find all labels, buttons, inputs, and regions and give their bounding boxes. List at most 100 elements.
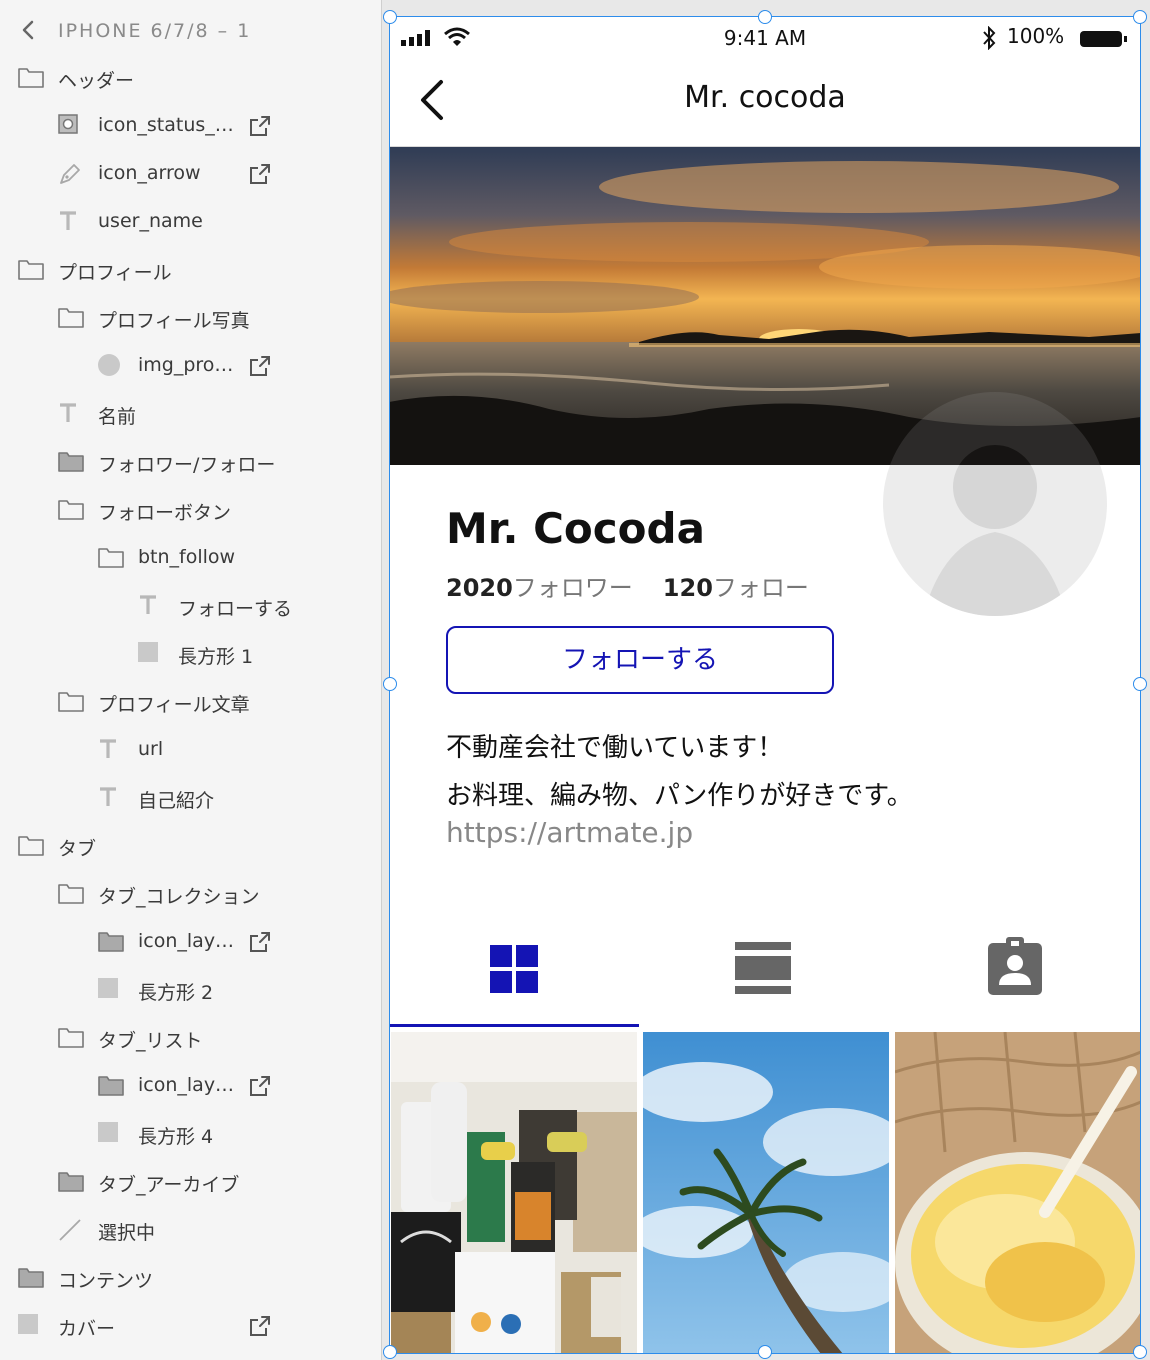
folder-icon (58, 882, 84, 906)
resize-handle-bottom-right[interactable] (1133, 1345, 1147, 1359)
resize-handle-top[interactable] (758, 10, 772, 24)
resize-handle-bottom-left[interactable] (383, 1345, 397, 1359)
battery-icon (1080, 31, 1127, 47)
list-icon (735, 942, 791, 994)
bluetooth-icon (983, 26, 996, 50)
folder-filled-icon (98, 930, 124, 954)
external-link-icon[interactable] (248, 1314, 272, 1338)
layer-item[interactable]: user_name (0, 198, 381, 246)
folder-icon (98, 546, 124, 570)
resize-handle-right[interactable] (1133, 677, 1147, 691)
following-label[interactable]: フォロー (713, 574, 809, 602)
contact-badge-icon (988, 937, 1042, 995)
text-icon (98, 738, 124, 762)
photo-thumbnail[interactable] (895, 1032, 1141, 1354)
layer-item[interactable]: btn_follow (0, 534, 381, 582)
layer-label: img_pro… (138, 354, 234, 376)
layer-item[interactable]: プロフィール (0, 246, 381, 294)
phone-artboard[interactable]: 9:41 AM 100% Mr. cocoda Mr. Cocoda 2020フ… (389, 16, 1141, 1354)
follow-button[interactable]: フォローする (446, 626, 834, 694)
layer-label: コンテンツ (58, 1270, 154, 1292)
layer-item[interactable]: 選択中 (0, 1206, 381, 1254)
folder-filled-icon (18, 1266, 44, 1290)
external-link-icon[interactable] (248, 930, 272, 954)
folder-filled-icon (58, 1170, 84, 1194)
text-icon (138, 594, 164, 618)
external-link-icon[interactable] (248, 162, 272, 186)
rectangle-icon (98, 978, 124, 1002)
layer-label: user_name (98, 210, 203, 232)
layer-label: カバー (58, 1318, 116, 1340)
layer-item[interactable]: icon_status_… (0, 102, 381, 150)
back-chevron-icon[interactable] (22, 20, 34, 40)
layer-item[interactable]: プロフィール文章 (0, 678, 381, 726)
resize-handle-bottom[interactable] (758, 1345, 772, 1359)
profile-tabs (389, 924, 1141, 1028)
layer-label: 名前 (98, 406, 137, 428)
layer-label: icon_lay… (138, 930, 235, 952)
tab-list[interactable] (639, 924, 889, 1028)
layer-label: プロフィール (58, 262, 172, 284)
layer-item[interactable]: url (0, 726, 381, 774)
layers-panel-header: IPHONE 6/7/8 – 1 (0, 8, 381, 52)
text-icon (58, 210, 84, 234)
layer-label: フォローボタン (98, 502, 232, 524)
layer-item[interactable]: img_pro… (0, 342, 381, 390)
folder-icon (18, 66, 44, 90)
layer-label: タブ_コレクション (98, 886, 260, 908)
layer-item[interactable]: タブ_リスト (0, 1014, 381, 1062)
layer-item[interactable]: icon_arrow (0, 150, 381, 198)
folder-filled-icon (58, 450, 84, 474)
layer-item[interactable]: 長方形 1 (0, 630, 381, 678)
resize-handle-left[interactable] (383, 677, 397, 691)
layer-item[interactable]: フォローボタン (0, 486, 381, 534)
layer-item[interactable]: icon_lay… (0, 1062, 381, 1110)
layer-item[interactable]: フォロワー/フォロー (0, 438, 381, 486)
tab-archive[interactable] (889, 924, 1139, 1028)
profile-bio: 不動産会社で働いています！ お料理、編み物、パン作りが好きです。 (446, 724, 913, 820)
profile-url[interactable]: https://artmate.jp (446, 816, 693, 849)
layer-item[interactable]: タブ_アーカイブ (0, 1158, 381, 1206)
layer-item[interactable]: icon_lay… (0, 918, 381, 966)
rectangle-icon (18, 1314, 44, 1338)
external-link-icon[interactable] (248, 1074, 272, 1098)
artboard-name: IPHONE 6/7/8 – 1 (58, 20, 252, 42)
layer-item[interactable]: 長方形 2 (0, 966, 381, 1014)
layer-item[interactable]: 名前 (0, 390, 381, 438)
text-icon (58, 402, 84, 426)
following-count[interactable]: 120 (663, 574, 713, 602)
rectangle-icon (138, 642, 164, 666)
layer-item[interactable]: プロフィール写真 (0, 294, 381, 342)
resize-handle-top-right[interactable] (1133, 10, 1147, 24)
external-link-icon[interactable] (248, 114, 272, 138)
photo-thumbnail[interactable] (643, 1032, 889, 1354)
layer-item[interactable]: タブ (0, 822, 381, 870)
layer-label: ヘッダー (58, 70, 135, 92)
layer-item[interactable]: フォローする (0, 582, 381, 630)
layer-item[interactable]: タブ_コレクション (0, 870, 381, 918)
layer-item[interactable]: カバー (0, 1302, 381, 1350)
nav-title: Mr. cocoda (684, 80, 846, 115)
followers-count[interactable]: 2020 (446, 574, 513, 602)
layer-item[interactable]: 自己紹介 (0, 774, 381, 822)
layer-item[interactable]: ヘッダー (0, 54, 381, 102)
bio-line: お料理、編み物、パン作りが好きです。 (446, 781, 913, 811)
layer-item[interactable]: コンテンツ (0, 1254, 381, 1302)
photo-thumbnail[interactable] (391, 1032, 637, 1354)
layer-label: icon_lay… (138, 1074, 235, 1096)
folder-icon (58, 1026, 84, 1050)
followers-label[interactable]: フォロワー (513, 574, 633, 602)
grid-icon (490, 945, 538, 993)
folder-icon (58, 498, 84, 522)
layer-label: フォロワー/フォロー (98, 454, 276, 476)
folder-icon (18, 258, 44, 282)
layer-label: 自己紹介 (138, 790, 215, 812)
folder-icon (58, 306, 84, 330)
tab-collection[interactable] (389, 924, 639, 1028)
folder-icon (18, 834, 44, 858)
external-link-icon[interactable] (248, 354, 272, 378)
resize-handle-top-left[interactable] (383, 10, 397, 24)
tab-selected-indicator (389, 1024, 639, 1027)
layer-label: タブ_リスト (98, 1030, 203, 1052)
layer-item[interactable]: 長方形 4 (0, 1110, 381, 1158)
